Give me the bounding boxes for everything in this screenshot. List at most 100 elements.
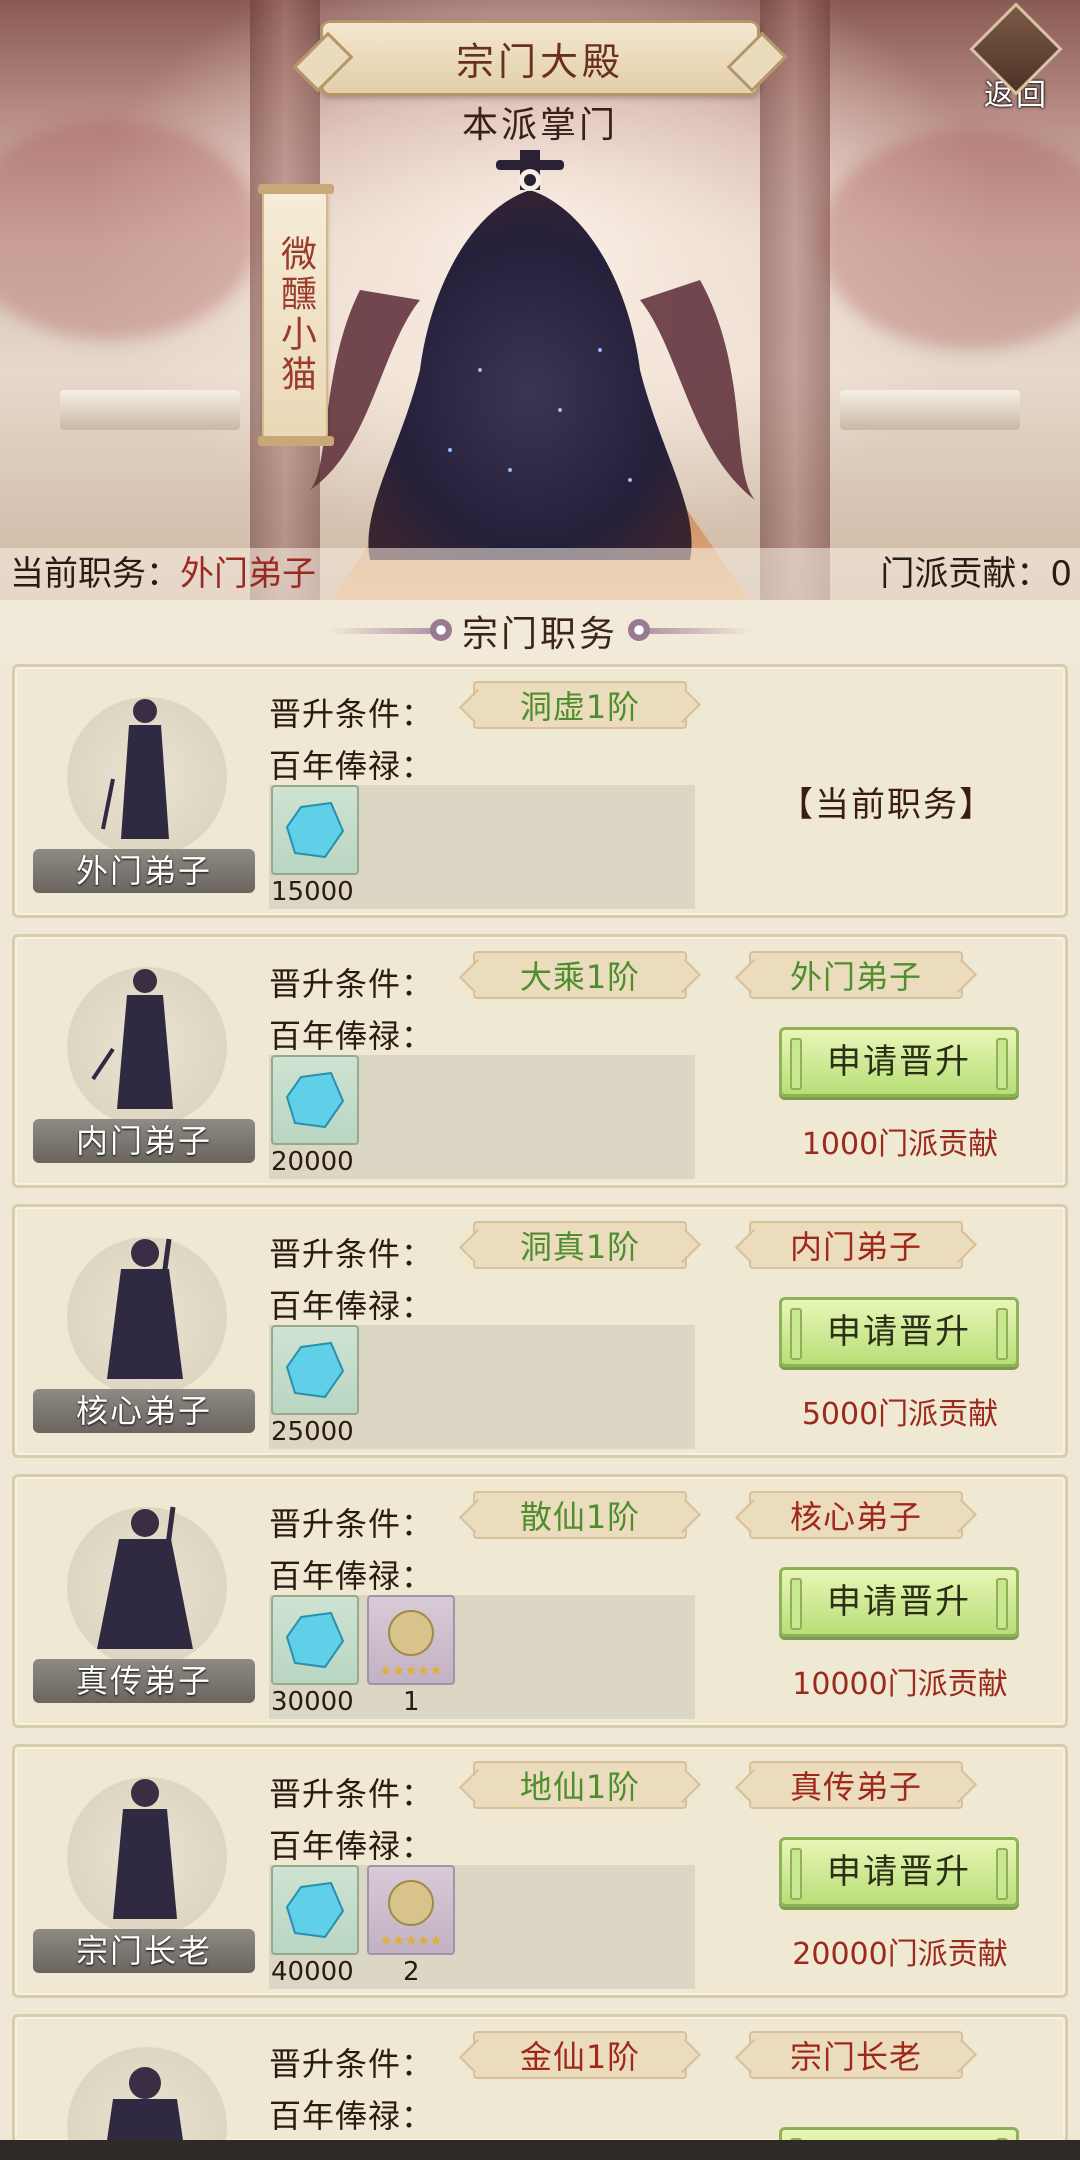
- disciple-silhouette-icon: [113, 1779, 177, 1919]
- realm-requirement-tag: 大乘1阶: [473, 951, 687, 999]
- contribution-cost: 10000门派贡献: [792, 1667, 1008, 1702]
- rank-name: 核心弟子: [33, 1389, 255, 1433]
- spirit-stone-count: 40000: [271, 1957, 354, 1987]
- realm-requirement-tag: 金仙1阶: [473, 2031, 687, 2079]
- realm-requirement: 地仙1阶: [519, 1768, 641, 1806]
- apply-promotion-button[interactable]: 申请晋升: [779, 1297, 1019, 1367]
- golden-pill-item[interactable]: ★★★★★: [367, 1865, 455, 1955]
- promotion-condition-label: 晋升条件：: [269, 1235, 435, 1273]
- sect-leader-label: 本派掌门: [461, 105, 618, 146]
- spirit-stone-item[interactable]: [271, 785, 359, 875]
- current-duty-status: 当前职务：外门弟子: [10, 548, 316, 600]
- salary-label: 百年俸禄：: [269, 1827, 435, 1865]
- promotion-condition-label: 晋升条件：: [269, 695, 435, 733]
- blue-spirit-stone-icon: [285, 1611, 345, 1669]
- bottom-edge: [0, 2140, 1080, 2160]
- spirit-stone-item[interactable]: [271, 1865, 359, 1955]
- rank-card-sect-elder: 宗门长老 晋升条件： 地仙1阶 真传弟子 百年俸禄： 40000 ★★★★★ 2…: [12, 1744, 1068, 1998]
- promotion-condition-label: 晋升条件：: [269, 1775, 435, 1813]
- realm-requirement: 洞真1阶: [519, 1228, 641, 1266]
- rank-portrait: 外门弟子: [33, 689, 255, 899]
- disciple-silhouette-icon: [101, 699, 169, 839]
- cloud-left: [0, 120, 260, 340]
- promotion-condition-label: 晋升条件：: [269, 1505, 435, 1543]
- duty-section-header: 宗门职务: [0, 600, 1080, 662]
- disciple-silhouette-icon: [97, 1506, 193, 1649]
- spirit-stone-count: 20000: [271, 1147, 354, 1177]
- realm-requirement: 大乘1阶: [519, 958, 641, 996]
- svg-text:★★★★★: ★★★★★: [380, 1663, 443, 1679]
- spirit-stone-item[interactable]: [271, 1595, 359, 1685]
- rank-name: 真传弟子: [33, 1659, 255, 1703]
- rank-portrait: 宗门长老: [33, 1769, 255, 1979]
- salary-label: 百年俸禄：: [269, 1557, 435, 1595]
- yin-yang-ornament-icon: [327, 619, 452, 641]
- prev-rank-requirement: 内门弟子: [789, 1228, 922, 1266]
- realm-requirement-tag: 散仙1阶: [473, 1491, 687, 1539]
- salary-reward-box: 25000: [269, 1325, 695, 1449]
- rank-name: 外门弟子: [33, 849, 255, 893]
- disciple-silhouette-icon: [107, 1238, 183, 1379]
- apply-promotion-button[interactable]: 申请晋升: [779, 1027, 1019, 1097]
- prev-rank-requirement-tag: 内门弟子: [749, 1221, 963, 1269]
- rank-name: 内门弟子: [33, 1119, 255, 1163]
- golden-pill-icon: ★★★★★: [380, 1610, 443, 1679]
- prev-rank-requirement: 外门弟子: [789, 958, 922, 996]
- contribution-label: 门派贡献：: [880, 554, 1051, 594]
- prev-rank-requirement: 真传弟子: [789, 1768, 922, 1806]
- section-title: 宗门职务: [461, 614, 618, 655]
- current-duty-indicator: 【当前职务】: [779, 785, 995, 825]
- realm-requirement-tag: 地仙1阶: [473, 1761, 687, 1809]
- realm-requirement-tag: 洞真1阶: [473, 1221, 687, 1269]
- salary-label: 百年俸禄：: [269, 1017, 435, 1055]
- apply-promotion-button[interactable]: 申请晋升: [779, 1837, 1019, 1907]
- prev-rank-requirement-tag: 外门弟子: [749, 951, 963, 999]
- salary-reward-box: 30000 ★★★★★ 1: [269, 1595, 695, 1719]
- golden-pill-item[interactable]: ★★★★★: [367, 1595, 455, 1685]
- realm-requirement-tag: 洞虚1阶: [473, 681, 687, 729]
- apply-promotion-button[interactable]: 申请晋升: [779, 1567, 1019, 1637]
- sect-leader-silhouette[interactable]: [300, 150, 760, 570]
- blue-spirit-stone-icon: [285, 1071, 345, 1129]
- sect-hall-scene: 宗门大殿 本派掌门 返回 微醺小猫 当前职务：外门弟子 门派贡献：0: [0, 0, 1080, 600]
- realm-requirement: 金仙1阶: [519, 2038, 641, 2076]
- promotion-condition-label: 晋升条件：: [269, 965, 435, 1003]
- rank-portrait: 真传弟子: [33, 1499, 255, 1709]
- golden-pill-count: 2: [403, 1957, 420, 1987]
- leader-name: 微醺小猫: [275, 235, 316, 395]
- promotion-condition-label: 晋升条件：: [269, 2045, 435, 2083]
- page-title: 宗门大殿: [455, 39, 624, 84]
- prev-rank-requirement: 宗门长老: [789, 2038, 922, 2076]
- salary-label: 百年俸禄：: [269, 747, 435, 785]
- contribution-cost: 5000门派贡献: [801, 1397, 999, 1432]
- hall-pillar-right: [760, 0, 830, 600]
- spirit-stone-count: 15000: [271, 877, 354, 907]
- cloud-right: [820, 130, 1080, 350]
- salary-label: 百年俸禄：: [269, 2097, 435, 2135]
- rank-card-outer-disciple: 外门弟子 晋升条件： 洞虚1阶 百年俸禄： 15000 【当前职务】: [12, 664, 1068, 918]
- realm-requirement: 散仙1阶: [519, 1498, 641, 1536]
- spirit-stone-item[interactable]: [271, 1325, 359, 1415]
- rank-card-true-disciple: 真传弟子 晋升条件： 散仙1阶 核心弟子 百年俸禄： 30000 ★★★★★ 1…: [12, 1474, 1068, 1728]
- spirit-stone-item[interactable]: [271, 1055, 359, 1145]
- hall-step-left: [60, 390, 240, 430]
- prev-rank-requirement-tag: 真传弟子: [749, 1761, 963, 1809]
- svg-text:★★★★★: ★★★★★: [380, 1933, 443, 1949]
- current-duty-value: 外门弟子: [180, 554, 316, 594]
- prev-rank-requirement: 核心弟子: [789, 1498, 922, 1536]
- disciple-silhouette-icon: [91, 969, 173, 1109]
- contribution-cost: 20000门派贡献: [792, 1937, 1008, 1972]
- disciple-silhouette-icon: [106, 2067, 184, 2141]
- spirit-stone-count: 25000: [271, 1417, 354, 1447]
- current-duty-label: 当前职务：: [10, 554, 180, 594]
- rank-card-next: 晋升条件： 金仙1阶 宗门长老 百年俸禄：: [12, 2014, 1068, 2144]
- spirit-stone-count: 30000: [271, 1687, 354, 1717]
- prev-rank-requirement-tag: 宗门长老: [749, 2031, 963, 2079]
- rank-name: 宗门长老: [33, 1929, 255, 1973]
- blue-spirit-stone-icon: [285, 1881, 345, 1939]
- page-title-plate: 宗门大殿: [320, 20, 760, 96]
- back-button[interactable]: 返回: [968, 2, 1064, 120]
- salary-reward-box: 15000: [269, 785, 695, 909]
- golden-pill-count: 1: [403, 1687, 420, 1717]
- rank-card-core-disciple: 核心弟子 晋升条件： 洞真1阶 内门弟子 百年俸禄： 25000 申请晋升 50…: [12, 1204, 1068, 1458]
